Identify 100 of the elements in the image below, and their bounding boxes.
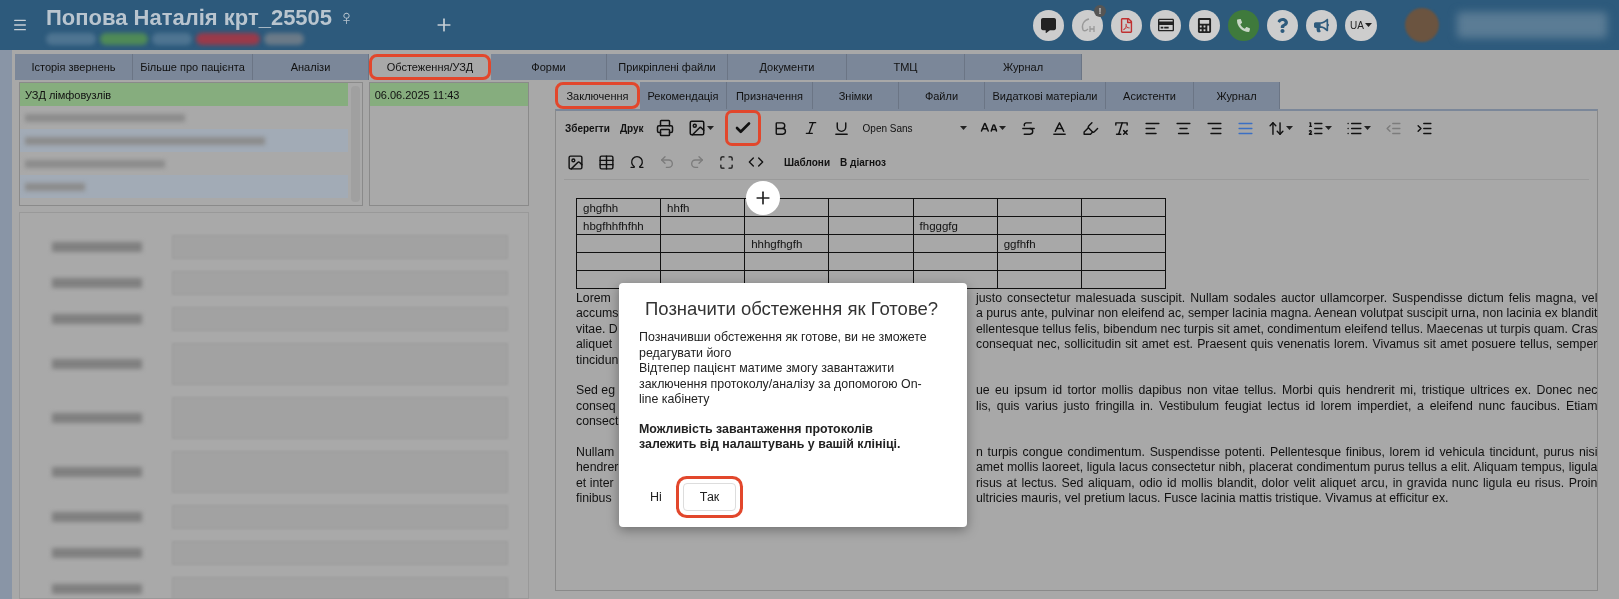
fullscreen-icon [719,154,734,170]
text-fragment: et inter [576,475,615,492]
table-cell: hbgfhhfhfhh [576,216,661,235]
tab[interactable]: Прикріплені файли [607,54,728,80]
text-fragment: finibus [576,491,613,507]
date-list-item[interactable]: 06.06.2025 11:43 [369,83,528,106]
tab[interactable]: Документи [728,54,847,80]
pdf-file-icon [1119,17,1135,33]
patient-name: Попова Наталія крт_25505 ♀ [46,5,356,31]
calculator-icon [1197,17,1213,33]
tab[interactable]: ТМЦ [847,54,965,80]
tab[interactable]: Журнал [965,54,1082,80]
text-line: risus at lectus. Sed aliquam, odio id mollis blandit, dolor velit aliquet arcu, in gravida nunc ligula eu risus. Proin [976,475,1598,492]
text-fragment: Nullam [576,445,616,461]
tab[interactable]: Знімки [813,82,899,109]
image-icon [687,119,706,137]
language-button[interactable]: UA [1345,9,1377,41]
table-cell: hhhgfhgfh [744,234,829,253]
text-fragment: Lorem [576,291,612,307]
text-fragment: aliquet [576,337,614,353]
credit-card-icon [1157,17,1174,33]
text-line: justo consectetur malesuada suscipit. Nullam sodales auctor ullamcorper. Suspendisse dictum felis magna, vel [976,291,1598,307]
underline-icon [832,119,850,137]
phone-button[interactable] [1228,9,1260,41]
caret-icon [706,126,714,130]
tab[interactable]: Більше про пацієнта [133,54,253,80]
tab[interactable]: Обстеження/УЗД [369,54,491,80]
insert-image-icon [567,153,584,171]
text-line: a purus ante, pulvinar non eleifend ac, semper lacinia magna. Aenean volutpat suscipit urna, non lacinia ex blandit [976,306,1598,322]
tab[interactable]: Заключення [555,82,640,109]
tab[interactable]: Призначення [727,82,813,109]
text-fragment: Sed eg [576,383,616,399]
undo-icon [659,154,675,170]
special-character-icon [629,154,645,170]
caret-icon [1365,23,1372,27]
table-cell: ghgfhh [576,198,661,217]
mark-done-button[interactable] [724,110,761,146]
help-icon [1275,17,1291,33]
dialog-text: Позначивши обстеження як готове, ви не зможете редагувати його [639,330,928,362]
notification-badge: ! [1094,4,1107,17]
chat-icon [1041,17,1057,33]
caret-icon [998,126,1006,130]
text-line: consequat nec, sollicitudin sit amet est. Praesent quis venenatis lorem. Vivamus sit amet posuere tellus, semper [976,337,1598,353]
exam-list-item[interactable]: УЗД лімфовузлів [20,83,348,106]
text-line: ultricies mauris, vel pretium lacus. Fusce lacinia mattis tristique. Vivamus at efficitur ex. [976,491,1450,507]
caret-icon [1324,126,1332,130]
to-diagnosis-button[interactable]: В діагноз [839,156,887,168]
text-line: lis, quis varius justo fringilla in. Vestibulum feugiat lectus id lorem imperdiet, a eleifend nunc faucibus. Etiam [976,398,1598,415]
strikethrough-icon [1019,119,1037,137]
insert-table-icon [598,153,615,171]
dialog-text: Можливість завантаження протоколів залежить від налаштувань у вашій клініці. [639,421,902,453]
text-fragment: vitae. D [576,321,619,338]
dialog-text: Відтепер пацієнт матиме змогу завантажити заключення протоколу/аналізу за допомогою On-line кабінету [639,361,923,408]
megaphone-icon [1314,17,1330,33]
calculator-button[interactable] [1189,9,1221,41]
line-height-icon [1267,119,1285,137]
text-fragment: hendrer [576,460,620,476]
text-line: ue eu ipsum id tortor mollis dapibus non vitae tellus. Morbi quis hendrerit mi, tristique ultrices ex. Donec nec [976,383,1598,399]
code-view-icon [748,154,764,170]
tab[interactable]: Рекомендація [640,82,727,109]
highlight-icon [1081,119,1099,137]
tab[interactable]: Історія звернень [15,54,133,80]
text-fragment: tincidun [576,352,620,369]
pdf-button[interactable] [1111,9,1143,41]
text-line: n turpis congue condimentum. Suspendisse potenti. Pellentesque finibus, lorem id vehicula tincidunt, purus nisi [976,445,1598,461]
text-color-icon [1050,119,1068,137]
clear-format-icon [1112,119,1130,137]
chat-button[interactable] [1033,9,1065,41]
templates-button[interactable]: Шаблони [783,156,832,168]
dialog-title: Позначити обстеження як Готове? [645,301,940,317]
help-button[interactable] [1267,9,1299,41]
table-cell: ggfhfh [997,234,1082,253]
tab[interactable]: Видаткові матеріали [985,82,1106,109]
phone-icon [1237,18,1251,32]
redo-icon [689,154,705,170]
caret-icon [1363,126,1371,130]
add-block-button[interactable] [746,181,780,215]
menu-button[interactable] [12,17,28,33]
caret-icon [959,126,967,130]
tab[interactable]: Журнал [1194,82,1280,109]
caret-icon [1285,126,1293,130]
table-cell: fhgggfg [913,216,998,235]
text-line: ellentesque tellus felis, bibendum nec turpis sit amet, condimentum eleifend tellus. Maecenas ut turpis quam. Cras [976,321,1598,338]
tab[interactable]: Форми [491,54,607,80]
save-button[interactable]: Зберегти [564,122,611,134]
print-icon [655,119,674,137]
ordered-list-icon [1306,119,1324,137]
font-select[interactable]: Open Sans [860,122,969,134]
table-cell: hhfh [660,198,745,217]
announcements-button[interactable] [1306,9,1338,41]
menu-icon [12,17,28,33]
text-line: amet mollis laoreet, ligula lacus consectetur nibh, placerat condimentum purus tellus a elit. Aliquam tempus, ligula [976,460,1598,476]
text-fragment: consect [576,414,620,430]
tab[interactable]: Аналізи [253,54,369,80]
text-fragment: accums [576,306,620,322]
print-text-button[interactable]: Друк [618,122,645,134]
text-fragment: conseq [576,398,617,415]
tab[interactable]: Файли [899,82,985,109]
tab[interactable]: Асистенти [1106,82,1194,109]
payment-button[interactable] [1150,9,1182,41]
